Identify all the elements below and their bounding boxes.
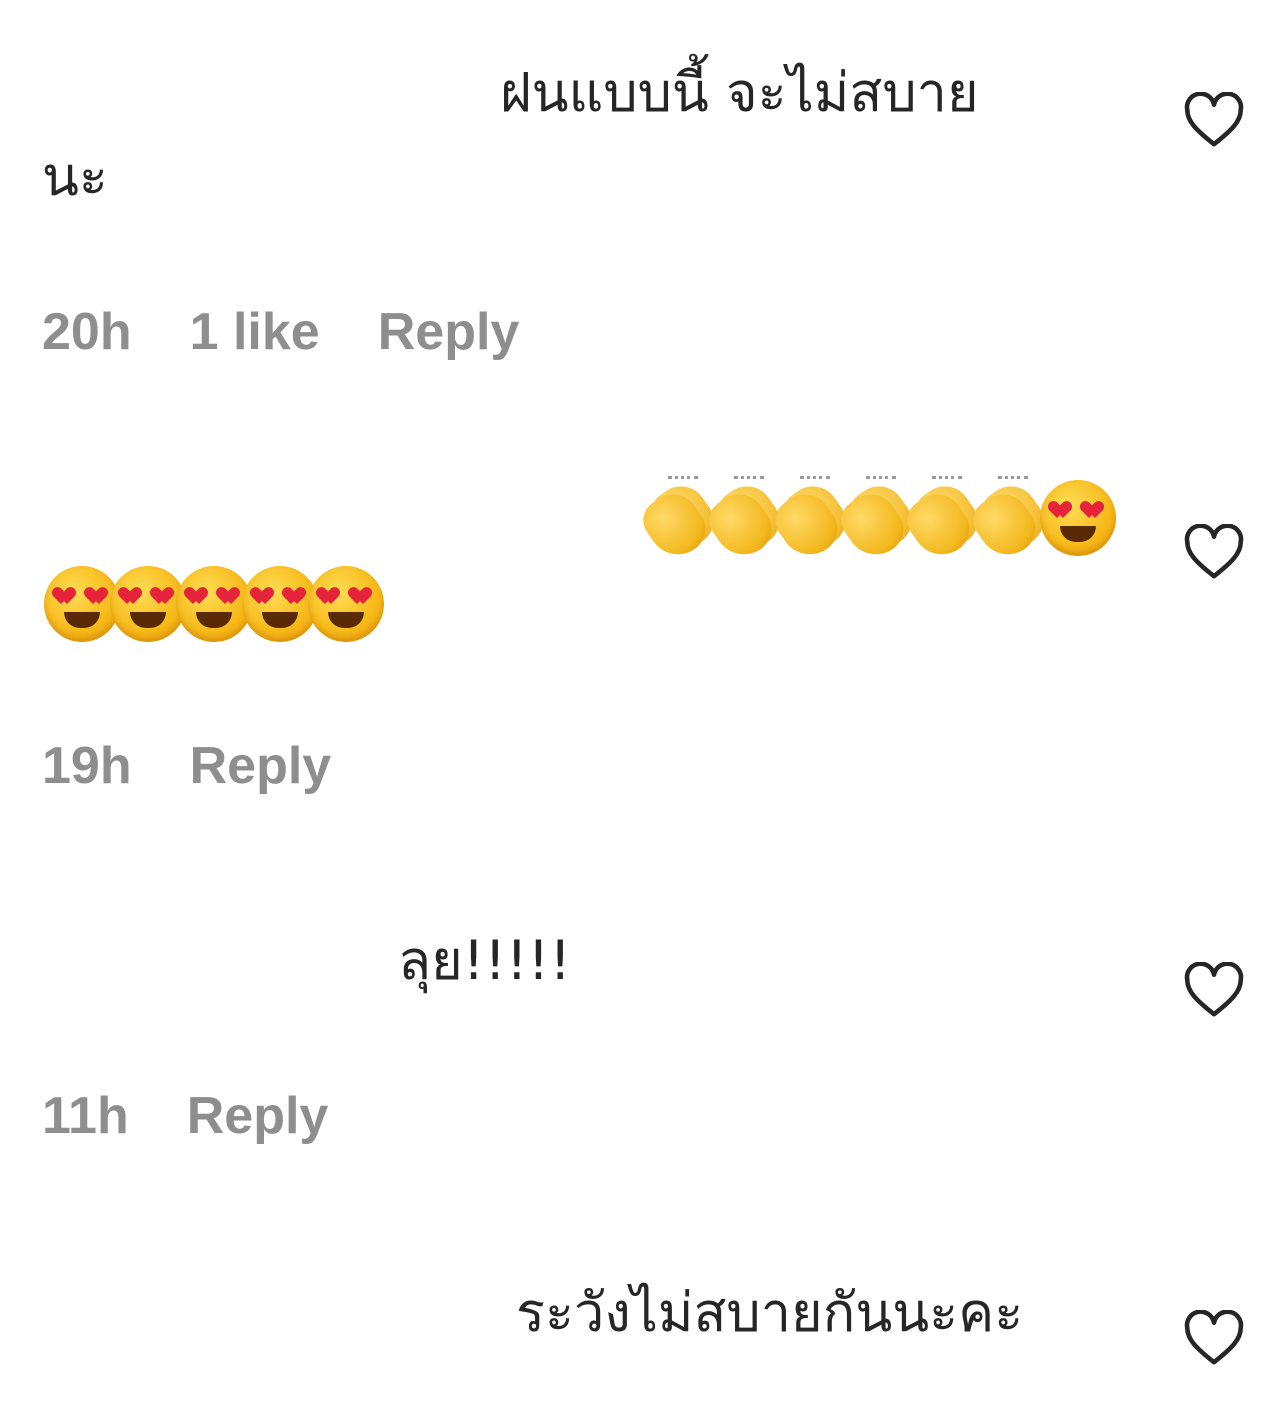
reply-button[interactable]: Reply [378,303,520,361]
comment-2-emoji-line-1 [635,476,1122,566]
clapping-hands-emoji [635,476,723,566]
heart-eyes-emoji [110,566,186,642]
comment-2-emoji-line-2 [44,566,404,646]
clapping-hands-emoji [899,476,987,566]
like-button[interactable] [1183,1310,1245,1366]
comment-1-text-line-2: นะ [42,145,108,208]
heart-eyes-emoji [176,566,252,642]
comment-3-text: ลุย!!!!! [398,929,571,992]
heart-outline-icon [1184,962,1244,1017]
comment-1-meta: 20h 1 like Reply [42,306,577,358]
comment-like-count[interactable]: 1 like [190,303,320,361]
like-button[interactable] [1183,524,1245,580]
clapping-hands-emoji [767,476,855,566]
heart-eyes-emoji [242,566,318,642]
reply-button[interactable]: Reply [187,1087,329,1145]
comment-2-meta: 19h Reply [42,740,389,792]
heart-outline-icon [1184,1310,1244,1365]
heart-outline-icon [1184,92,1244,147]
comment-4-text: ระวังไม่สบายกันนะคะ [516,1281,1024,1344]
comment-timestamp: 20h [42,303,132,361]
heart-outline-icon [1184,524,1244,579]
comment-4: ระวังไม่สบายกันนะคะ [0,1220,1280,1412]
reply-button[interactable]: Reply [190,737,332,795]
clapping-hands-emoji [833,476,921,566]
comment-3-meta: 11h Reply [42,1090,386,1142]
like-button[interactable] [1183,962,1245,1018]
clapping-hands-emoji [701,476,789,566]
comment-3: ลุย!!!!! 11h Reply [0,880,1280,1180]
comment-timestamp: 19h [42,737,132,795]
heart-eyes-emoji [308,566,384,642]
comment-timestamp: 11h [42,1087,129,1145]
comment-1: ฝนแบบนี้ จะไม่สบาย นะ 20h 1 like Reply [0,0,1280,400]
clapping-hands-emoji [965,476,1053,566]
comment-2: 19h Reply [0,440,1280,840]
heart-eyes-emoji [44,566,120,642]
like-button[interactable] [1183,92,1245,148]
heart-eyes-emoji [1040,480,1116,556]
comment-1-text-line-1: ฝนแบบนี้ จะไม่สบาย [500,61,979,124]
